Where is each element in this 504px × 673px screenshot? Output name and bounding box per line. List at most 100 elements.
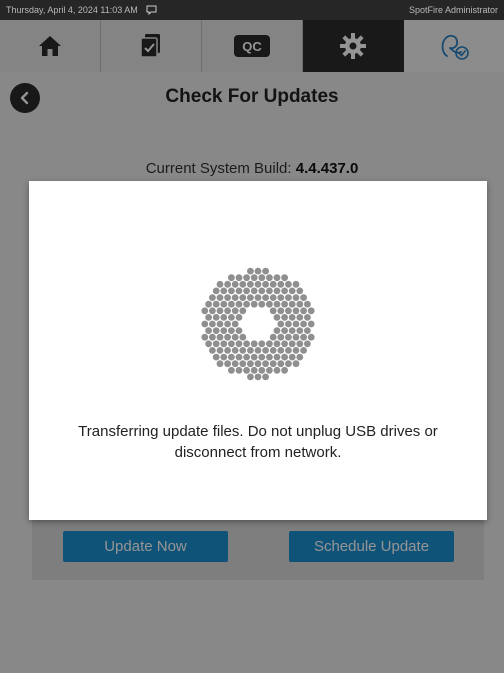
spinner-dot [216,360,224,368]
spinner-dot [250,366,258,374]
spinner-dot [269,360,277,368]
spinner-dot [228,314,235,321]
spinner-dot [277,307,285,315]
loading-spinner-icon [201,267,315,381]
spinner-dot [262,280,269,288]
spinner-dot [216,294,224,301]
spinner-dot [231,320,239,328]
spinner-dot [224,333,231,341]
spinner-dot [277,280,285,288]
spinner-dot [239,294,247,301]
spinner-dot [296,327,304,334]
status-bar: Thursday, April 4, 2024 11:03 AM SpotFir… [0,0,504,20]
spinner-dot [212,300,220,308]
spinner-dot [247,267,254,275]
spinner-dot [201,307,209,315]
spinner-dot [243,340,250,348]
spinner-dot [254,347,262,354]
status-user: SpotFire Administrator [408,5,498,15]
spinner-dot [273,340,281,348]
spinner-dot [304,327,311,334]
spinner-dot [247,373,254,381]
spinner-dot [201,333,209,341]
spinner-dot [231,294,239,301]
spinner-dot [209,307,216,315]
spinner-dot [247,280,254,288]
spinner-dot [224,280,231,288]
spinner-dot [254,267,262,275]
spinner-dot [296,314,304,321]
spinner-dot [235,274,243,282]
spinner-dot [288,300,296,308]
spinner-dot [269,333,277,341]
spinner-dot [304,300,311,308]
spinner-dot [235,314,243,321]
spinner-dot [277,294,285,301]
spinner-dot [300,320,307,328]
spinner-dot [269,347,277,354]
spinner-dot [292,333,300,341]
spinner-dot [285,294,292,301]
spinner-dot [281,327,288,334]
spinner-dot [239,360,247,368]
spinner-dot [266,366,273,374]
spinner-dot [216,347,224,354]
spinner-dot [209,347,216,354]
spinner-dot [250,340,258,348]
spinner-dot [231,280,239,288]
spinner-dot [243,366,250,374]
spinner-dot [220,327,228,334]
notification-icon[interactable] [146,5,157,15]
spinner-dot [209,333,216,341]
spinner-dot [281,353,288,361]
spinner-dot [247,360,254,368]
spinner-dot [224,347,231,354]
spinner-dot [288,314,296,321]
spinner-dot [277,333,285,341]
spinner-dot [288,287,296,295]
spinner-dot [254,373,262,381]
spinner-dot [262,294,269,301]
spinner-dot [228,353,235,361]
spinner-dot [250,353,258,361]
spinner-dot [262,360,269,368]
spinner-dot [258,274,266,282]
spinner-dot [235,353,243,361]
spinner-dot [273,353,281,361]
spinner-dot [243,353,250,361]
spinner-dot [220,314,228,321]
spinner-dot [292,280,300,288]
spinner-dot [273,366,281,374]
spinner-dot [285,320,292,328]
modal-message: Transferring update files. Do not unplug… [78,423,438,461]
spinner-dot [212,340,220,348]
spinner-dot [288,353,296,361]
spinner-dot [292,320,300,328]
spinner-dot [247,347,254,354]
spinner-dot [266,287,273,295]
spinner-dot [235,340,243,348]
spinner-dot [277,360,285,368]
spinner-dot [235,287,243,295]
spinner-dot [292,307,300,315]
spinner-dot [224,307,231,315]
spinner-dot [205,340,212,348]
spinner-dot [224,360,231,368]
spinner-dot [288,327,296,334]
spinner-dot [304,314,311,321]
progress-dialog: Transferring update files. Do not unplug… [29,181,487,520]
spinner-dot [243,300,250,308]
spinner-dot [285,360,292,368]
spinner-dot [258,353,266,361]
spinner-dot [228,340,235,348]
spinner-dot [220,353,228,361]
spinner-dot [273,314,281,321]
spinner-dot [307,320,315,328]
spinner-dot [269,294,277,301]
spinner-dot [228,327,235,334]
spinner-dot [296,287,304,295]
spinner-dot [243,287,250,295]
spinner-dot [288,340,296,348]
spinner-dot [239,307,247,315]
spinner-dot [216,307,224,315]
